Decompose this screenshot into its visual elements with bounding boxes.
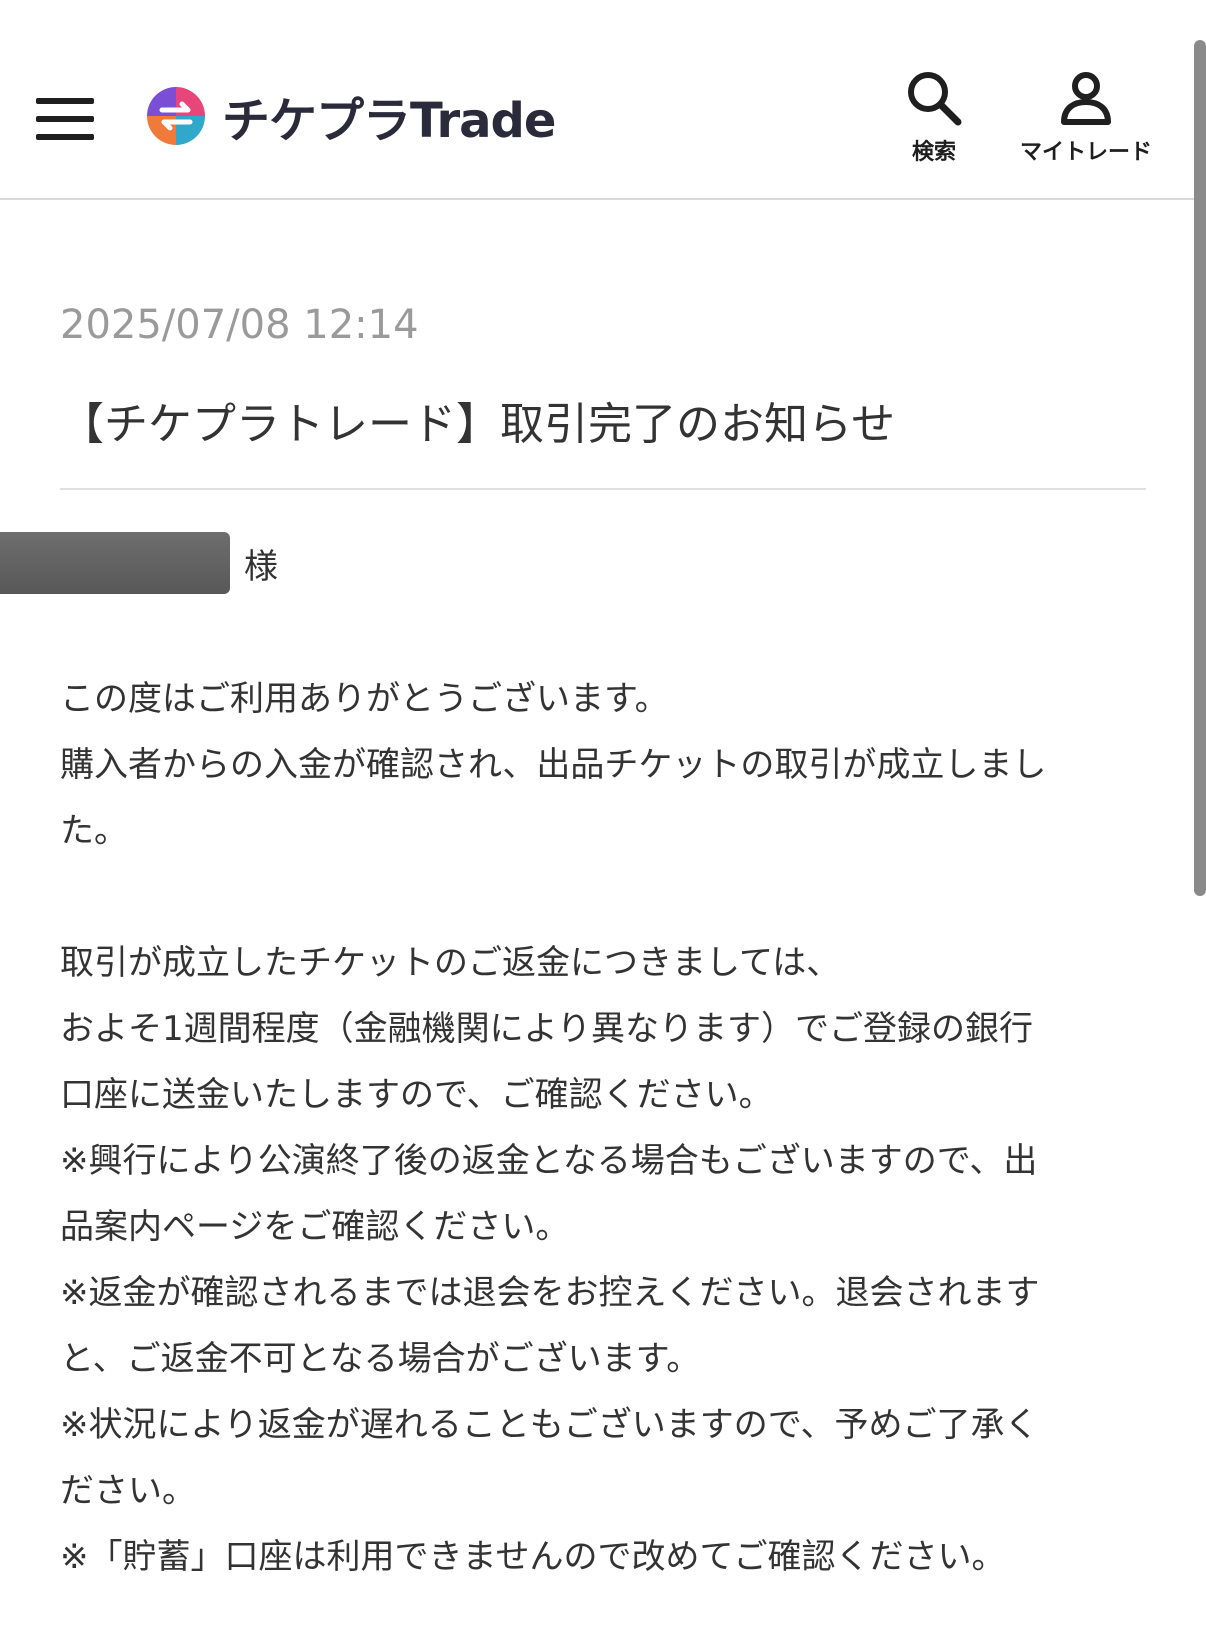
mytrade-button[interactable]: マイトレード bbox=[1020, 68, 1152, 166]
body-line: た。 bbox=[60, 811, 128, 851]
body-line: この度はご利用ありがとうございます。 bbox=[60, 679, 669, 719]
body-line: ※「貯蓄」口座は利用できませんので改めてご確認ください。 bbox=[60, 1537, 1006, 1577]
body-line: 品案内ページをご確認ください。 bbox=[60, 1207, 570, 1247]
body-line: ※返金が確認されるまでは退会をお控えください。退会されます bbox=[60, 1273, 1040, 1313]
honorific: 様 bbox=[244, 546, 278, 587]
recipient: 様 bbox=[0, 532, 278, 594]
search-icon bbox=[908, 72, 962, 126]
message-body: この度はご利用ありがとうございます。 購入者からの入金が確認され、出品チケットの… bbox=[60, 666, 1150, 1590]
body-line: 口座に送金いたしますので、ご確認ください。 bbox=[60, 1075, 773, 1115]
divider bbox=[60, 488, 1146, 490]
body-line: と、ご返金不可となる場合がございます。 bbox=[60, 1339, 701, 1379]
logo-text: チケプラTrade bbox=[222, 93, 556, 149]
search-label: 検索 bbox=[911, 140, 956, 165]
scrollbar[interactable] bbox=[1194, 40, 1206, 896]
body-line: ※状況により返金が遅れることもございますので、予めご了承く bbox=[60, 1405, 1039, 1445]
logo[interactable]: チケプラTrade bbox=[146, 84, 556, 149]
body-line: およそ1週間程度（金融機関により異なります）でご登録の銀行 bbox=[60, 1009, 1033, 1049]
menu-icon[interactable] bbox=[36, 98, 94, 140]
body-line: 購入者からの入金が確認され、出品チケットの取引が成立しまし bbox=[60, 745, 1047, 785]
message-date: 2025/07/08 12:14 bbox=[60, 302, 419, 348]
body-blank-line bbox=[60, 864, 1150, 930]
user-icon bbox=[1061, 72, 1111, 125]
body-line: 取引が成立したチケットのご返金につきましては、 bbox=[60, 943, 841, 983]
mytrade-label: マイトレード bbox=[1020, 140, 1153, 165]
body-line: ださい。 bbox=[60, 1471, 196, 1511]
body-line: ※興行により公演終了後の返金となる場合もございますので、出 bbox=[60, 1141, 1038, 1181]
search-button[interactable]: 検索 bbox=[904, 68, 964, 166]
header: チケプラTrade 検索 マイトレード bbox=[0, 0, 1206, 200]
message-subject: 【チケプラトレード】取引完了のお知らせ bbox=[60, 399, 896, 450]
redacted-recipient-name bbox=[0, 532, 230, 594]
page: チケプラTrade 検索 マイトレード 2025/07/08 12:14 【チケ… bbox=[0, 0, 1206, 1648]
logo-mark-icon bbox=[147, 87, 205, 145]
